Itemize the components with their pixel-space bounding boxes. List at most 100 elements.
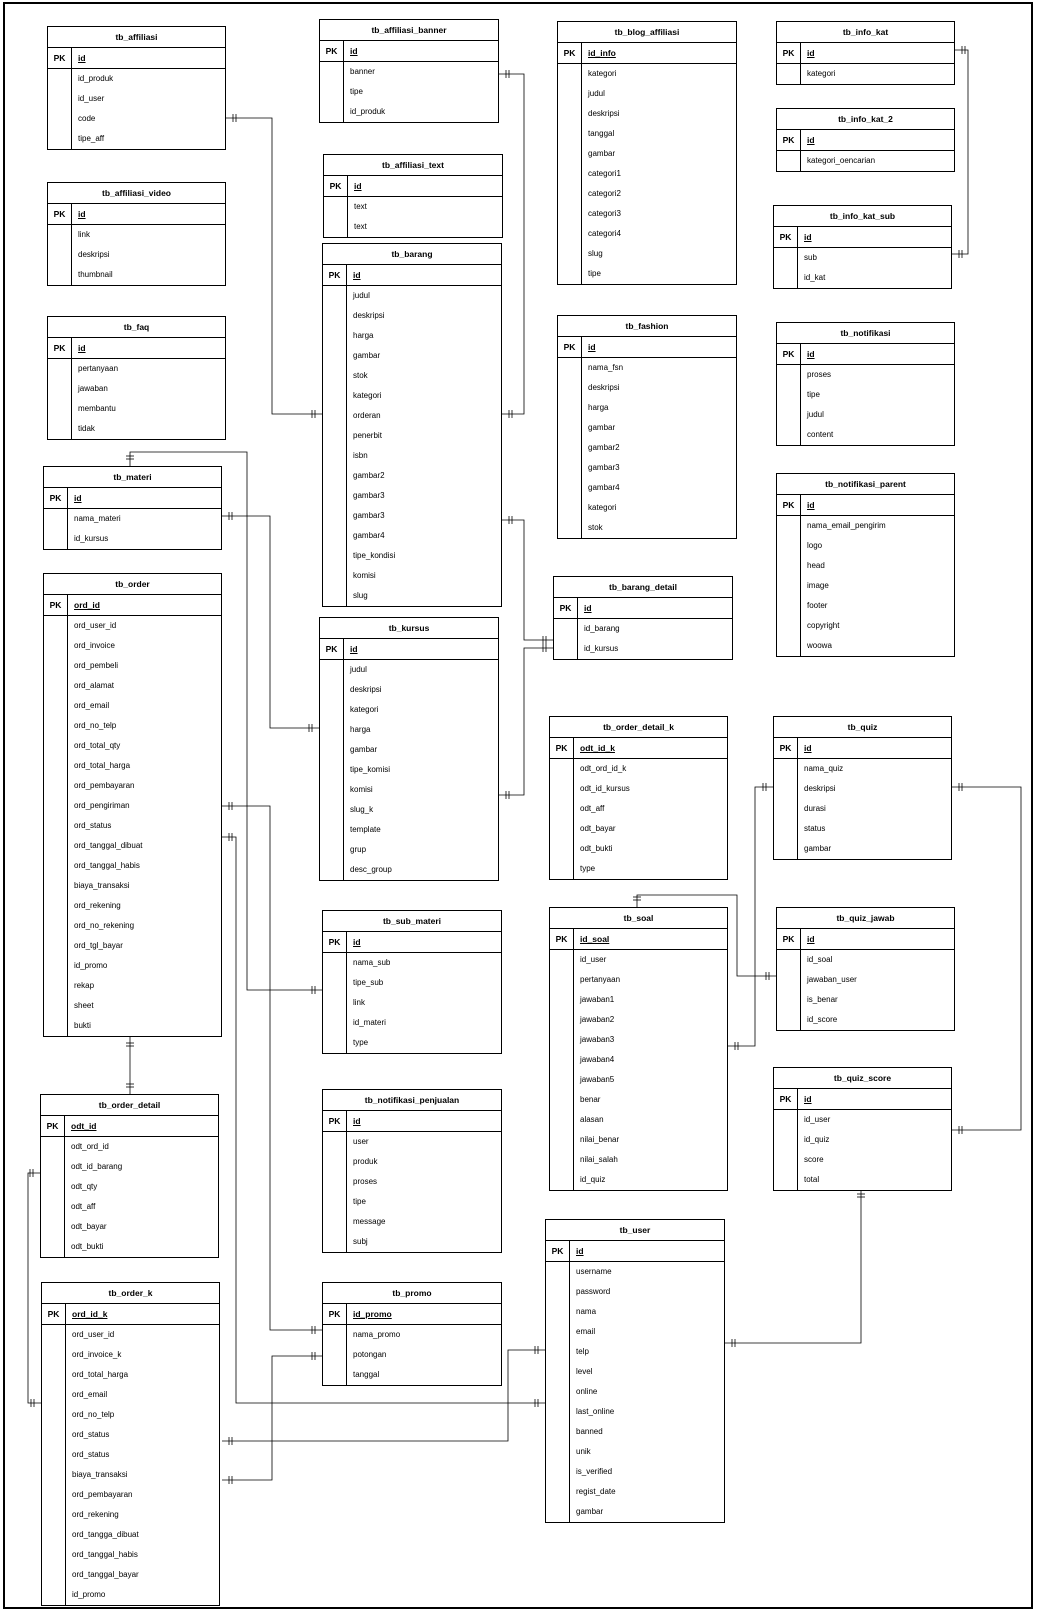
primary-key-badge: PK bbox=[48, 48, 72, 68]
field-row: deskripsi bbox=[804, 784, 836, 793]
field-list: id_produk id_user code tipe_aff bbox=[48, 69, 225, 149]
field-row: proses bbox=[807, 370, 832, 379]
field-row: deskripsi bbox=[588, 109, 620, 118]
entity-table: tb_affiliasi_text PK id text text bbox=[323, 154, 503, 238]
entity-table: tb_notifikasi_parent PK id nama_email_pengi… bbox=[776, 473, 955, 657]
field-row: kategori bbox=[588, 503, 617, 512]
field-row: nama_quiz bbox=[804, 764, 844, 773]
entity-table: tb_quiz PK id nama_quiz deskripsi durasi statu… bbox=[773, 716, 952, 860]
entity-table: tb_quiz_score PK id id_user id_quiz score tota… bbox=[773, 1067, 952, 1191]
field-row: gambar2 bbox=[353, 471, 385, 480]
field-row: sub bbox=[804, 253, 817, 262]
field-row: ord_total_qty bbox=[74, 741, 121, 750]
field-row: tipe_komisi bbox=[350, 765, 391, 774]
entity-title: tb_blog_affiliasi bbox=[558, 22, 736, 43]
field-list: nama_sub tipe_sub link id_materi type bbox=[323, 953, 501, 1053]
field-row: bukti bbox=[74, 1021, 91, 1030]
field-row: id_kat bbox=[804, 273, 826, 282]
entity-table: tb_barang PK id judul deskripsi harga gambar st… bbox=[322, 243, 502, 607]
entity-table: tb_sub_materi PK id nama_sub tipe_sub link id_… bbox=[322, 910, 502, 1054]
field-row: woowa bbox=[807, 641, 832, 650]
field-row: id_kursus bbox=[584, 644, 619, 653]
field-row: ord_status bbox=[72, 1430, 110, 1439]
primary-key-row: PK id bbox=[774, 227, 951, 248]
field-row: slug_k bbox=[350, 805, 374, 814]
field-list: sub id_kat bbox=[774, 248, 951, 288]
entity-title: tb_kursus bbox=[320, 618, 498, 639]
primary-key-row: PK id bbox=[320, 41, 498, 62]
primary-key-field: id bbox=[354, 181, 362, 191]
primary-key-field: odt_id_k bbox=[580, 743, 615, 753]
field-row: jawaban2 bbox=[580, 1015, 615, 1024]
field-row: ord_alamat bbox=[74, 681, 115, 690]
primary-key-row: PK id bbox=[48, 48, 225, 69]
relationship-line bbox=[499, 647, 553, 796]
field-row: orderan bbox=[353, 411, 381, 420]
field-row: odt_id_kursus bbox=[580, 784, 630, 793]
primary-key-row: PK id bbox=[323, 265, 501, 286]
field-row: gambar bbox=[588, 149, 616, 158]
relationship-line bbox=[952, 786, 1022, 1131]
field-row: odt_bukti bbox=[580, 844, 613, 853]
field-row: judul bbox=[588, 89, 605, 98]
primary-key-row: PK id bbox=[777, 130, 954, 151]
field-row: gambar bbox=[804, 844, 832, 853]
field-row: deskripsi bbox=[588, 383, 620, 392]
field-row: harga bbox=[588, 403, 609, 412]
field-row: regist_date bbox=[576, 1487, 616, 1496]
entity-table: tb_blog_affiliasi PK id_info kategori judul d… bbox=[557, 21, 737, 285]
field-row: type bbox=[353, 1038, 369, 1047]
field-row: categori1 bbox=[588, 169, 621, 178]
field-row: gambar2 bbox=[588, 443, 620, 452]
relationship-line bbox=[222, 1355, 322, 1481]
field-row: footer bbox=[807, 601, 828, 610]
primary-key-field: id bbox=[576, 1246, 584, 1256]
field-row: gambar3 bbox=[353, 511, 385, 520]
field-list: proses tipe judul content bbox=[777, 365, 954, 445]
entity-title: tb_affiliasi_video bbox=[48, 183, 225, 204]
field-row: kategori bbox=[350, 705, 379, 714]
field-row: judul bbox=[353, 291, 370, 300]
primary-key-badge: PK bbox=[777, 495, 801, 515]
entity-table: tb_faq PK id pertanyaan jawaban membantu tidak bbox=[47, 316, 226, 440]
field-row: tipe_sub bbox=[353, 978, 384, 987]
primary-key-field: id bbox=[78, 343, 86, 353]
field-row: id_promo bbox=[74, 961, 108, 970]
primary-key-row: PK id bbox=[546, 1241, 724, 1262]
field-row: komisi bbox=[350, 785, 373, 794]
field-row: desc_group bbox=[350, 865, 392, 874]
field-row: ord_rekening bbox=[72, 1510, 119, 1519]
field-row: slug bbox=[588, 249, 603, 258]
field-list: id_user id_quiz score total bbox=[774, 1110, 951, 1190]
entity-title: tb_user bbox=[546, 1220, 724, 1241]
primary-key-row: PK id bbox=[320, 639, 498, 660]
primary-key-badge: PK bbox=[777, 344, 801, 364]
primary-key-row: PK id bbox=[558, 337, 736, 358]
field-list: ord_user_id ord_invoice_k ord_total_harga o… bbox=[42, 1325, 219, 1605]
primary-key-badge: PK bbox=[774, 1089, 798, 1109]
field-row: nilai_benar bbox=[580, 1135, 620, 1144]
primary-key-field: id bbox=[350, 46, 358, 56]
field-row: ord_email bbox=[74, 701, 110, 710]
field-row: gambar bbox=[588, 423, 616, 432]
primary-key-row: PK id bbox=[777, 344, 954, 365]
field-row: pertanyaan bbox=[78, 364, 119, 373]
entity-title: tb_sub_materi bbox=[323, 911, 501, 932]
field-row: categori3 bbox=[588, 209, 621, 218]
field-row: id_produk bbox=[350, 107, 386, 116]
field-list: judul deskripsi kategori harga gambar tipe_ko… bbox=[320, 660, 498, 880]
entity-title: tb_info_kat_sub bbox=[774, 206, 951, 227]
entity-table: tb_notifikasi PK id proses tipe judul content bbox=[776, 322, 955, 446]
field-list: user produk proses tipe message subj bbox=[323, 1132, 501, 1252]
primary-key-row: PK id bbox=[777, 495, 954, 516]
primary-key-row: PK ord_id bbox=[44, 595, 221, 616]
field-row: categori2 bbox=[588, 189, 621, 198]
primary-key-row: PK id_soal bbox=[550, 929, 727, 950]
primary-key-row: PK odt_id_k bbox=[550, 738, 727, 759]
field-row: text bbox=[354, 202, 367, 211]
field-row: nama_fsn bbox=[588, 363, 624, 372]
entity-table: tb_soal PK id_soal id_user pertanyaan jawaban… bbox=[549, 907, 728, 1191]
field-row: tipe bbox=[807, 390, 820, 399]
field-row: gambar bbox=[353, 351, 381, 360]
entity-title: tb_soal bbox=[550, 908, 727, 929]
